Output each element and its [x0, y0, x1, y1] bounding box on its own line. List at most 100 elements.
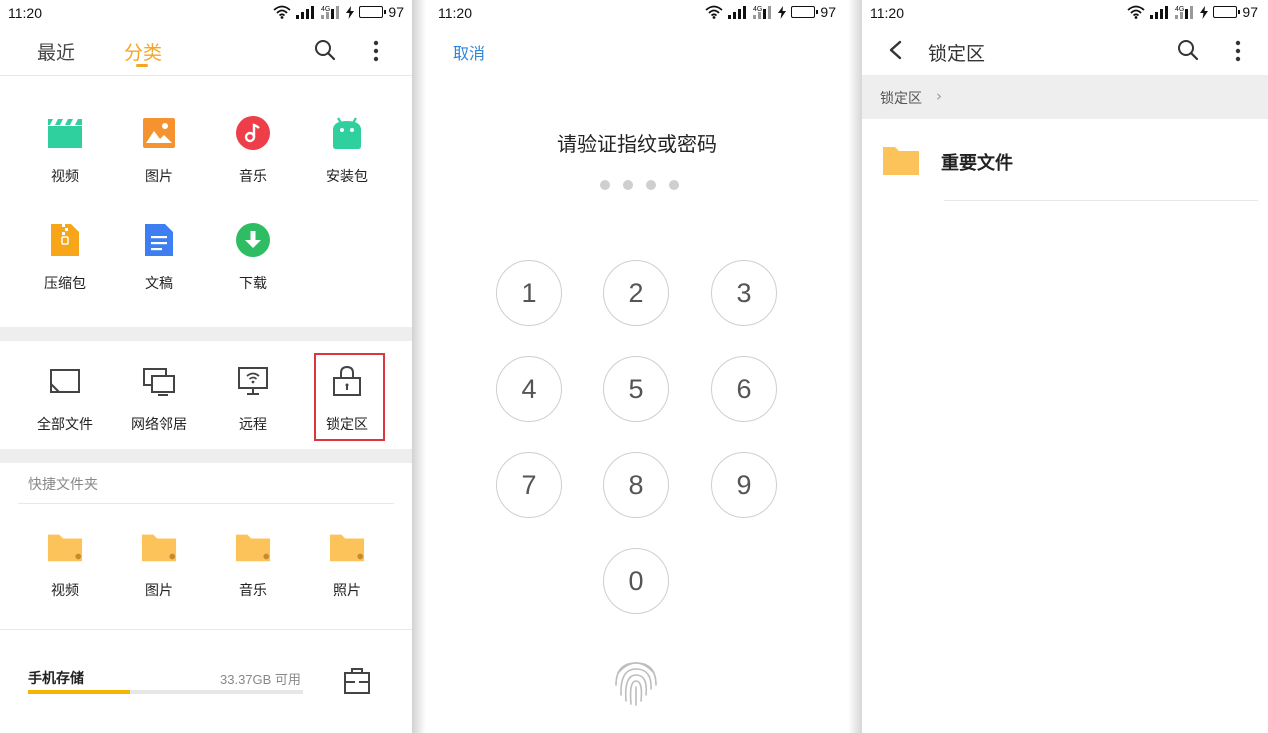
cancel-button[interactable]: 取消: [453, 40, 485, 64]
wifi-icon: [273, 5, 292, 19]
status-time: 11:20: [870, 5, 904, 21]
storage-icon: [50, 369, 80, 393]
signal-icon: [728, 5, 747, 19]
document-icon: [145, 224, 173, 256]
svg-text:4G: 4G: [1175, 6, 1184, 13]
category-document[interactable]: 文稿: [112, 222, 206, 293]
category-music[interactable]: 音乐: [206, 115, 300, 186]
key-9[interactable]: 9: [711, 452, 777, 518]
charging-icon: [778, 5, 787, 19]
category-label: 文稿: [145, 276, 173, 292]
storage-progress-fill: [28, 690, 130, 694]
storage-divider: [0, 629, 412, 630]
more-options-icon[interactable]: [372, 40, 380, 62]
key-6[interactable]: 6: [711, 356, 777, 422]
quick-folder-photo[interactable]: 照片: [300, 529, 394, 600]
tab-category[interactable]: 分类: [124, 38, 162, 65]
battery-icon: [791, 6, 819, 18]
battery-level: 97: [820, 4, 836, 20]
music-icon: [236, 116, 270, 150]
location-all-files[interactable]: 全部文件: [18, 363, 112, 434]
battery-icon: [1213, 6, 1241, 18]
key-4[interactable]: 4: [496, 356, 562, 422]
quick-folder-label: 照片: [333, 583, 361, 599]
location-label: 网络邻居: [131, 417, 187, 433]
android-icon: [333, 117, 361, 149]
breadcrumb-item[interactable]: 锁定区: [880, 88, 922, 108]
location-remote[interactable]: 远程: [206, 363, 300, 434]
file-manager-categories-screen: 11:20 4G 97 最近 分类 视频 图片 音乐 安装包 压缩包 文稿 下载…: [0, 0, 412, 733]
remote-icon: [238, 367, 268, 395]
password-verify-screen: 11:20 4G 97 取消 请验证指纹或密码 1 2 3 4 5 6 7 8 …: [412, 0, 862, 733]
more-options-icon[interactable]: [1234, 40, 1242, 62]
video-icon: [48, 119, 82, 148]
file-list-item[interactable]: 重要文件: [862, 125, 1268, 201]
active-tab-indicator: [136, 64, 148, 67]
category-image[interactable]: 图片: [112, 115, 206, 186]
folder-icon: [883, 147, 919, 175]
wifi-icon: [1127, 5, 1146, 19]
clean-storage-icon[interactable]: [343, 667, 371, 695]
battery-icon: [359, 6, 387, 18]
key-0[interactable]: 0: [603, 548, 669, 614]
section-divider: [0, 449, 412, 463]
category-download[interactable]: 下载: [206, 222, 300, 293]
passcode-dot: [600, 180, 610, 190]
quick-folders-divider: [18, 503, 394, 504]
passcode-dot: [623, 180, 633, 190]
key-7[interactable]: 7: [496, 452, 562, 518]
quick-folder-label: 图片: [145, 583, 173, 599]
signal-4g-icon: 4G: [321, 6, 340, 19]
svg-text:4G: 4G: [753, 6, 762, 13]
category-label: 压缩包: [44, 276, 86, 292]
folder-shortcut-icon: [235, 534, 271, 562]
key-3[interactable]: 3: [711, 260, 777, 326]
key-1[interactable]: 1: [496, 260, 562, 326]
battery-level: 97: [388, 4, 404, 20]
folder-shortcut-icon: [329, 534, 365, 562]
signal-4g-icon: 4G: [1175, 6, 1194, 19]
category-zip[interactable]: 压缩包: [18, 222, 112, 293]
category-video[interactable]: 视频: [18, 115, 112, 186]
battery-level: 97: [1242, 4, 1258, 20]
tab-recent[interactable]: 最近: [37, 38, 75, 65]
quick-folder-video[interactable]: 视频: [18, 529, 112, 600]
status-bar: 11:20 4G 97: [862, 0, 1268, 26]
search-icon[interactable]: [314, 39, 336, 61]
key-8[interactable]: 8: [603, 452, 669, 518]
passcode-dots: [600, 180, 679, 190]
section-divider: [0, 327, 412, 341]
back-arrow-icon[interactable]: [888, 40, 902, 60]
charging-icon: [1200, 5, 1209, 19]
status-bar: 11:20 4G 97: [412, 0, 862, 26]
passcode-dot: [669, 180, 679, 190]
panel-shadow: [412, 0, 426, 733]
quick-folder-image[interactable]: 图片: [112, 529, 206, 600]
page-title: 锁定区: [928, 43, 986, 65]
quick-folder-label: 视频: [51, 583, 79, 599]
signal-4g-icon: 4G: [753, 6, 772, 19]
quick-folders-title: 快捷文件夹: [28, 477, 98, 493]
svg-text:4G: 4G: [321, 6, 330, 13]
signal-icon: [296, 5, 315, 19]
passcode-dot: [646, 180, 656, 190]
panel-shadow: [848, 0, 862, 733]
network-icon: [143, 368, 175, 396]
folder-shortcut-icon: [47, 534, 83, 562]
search-icon[interactable]: [1177, 39, 1199, 61]
fingerprint-icon[interactable]: [610, 655, 662, 707]
wifi-icon: [705, 5, 724, 19]
zip-icon: [51, 224, 79, 256]
key-2[interactable]: 2: [603, 260, 669, 326]
chevron-right-icon: ›: [936, 87, 942, 105]
quick-folder-label: 音乐: [239, 583, 267, 599]
verify-title: 请验证指纹或密码: [557, 132, 717, 156]
status-time: 11:20: [438, 5, 472, 21]
location-network[interactable]: 网络邻居: [112, 363, 206, 434]
category-apk[interactable]: 安装包: [300, 115, 394, 186]
signal-icon: [1150, 5, 1169, 19]
key-5[interactable]: 5: [603, 356, 669, 422]
status-icons: 4G 97: [705, 4, 836, 20]
quick-folder-music[interactable]: 音乐: [206, 529, 300, 600]
storage-progress-bar: [28, 690, 303, 694]
